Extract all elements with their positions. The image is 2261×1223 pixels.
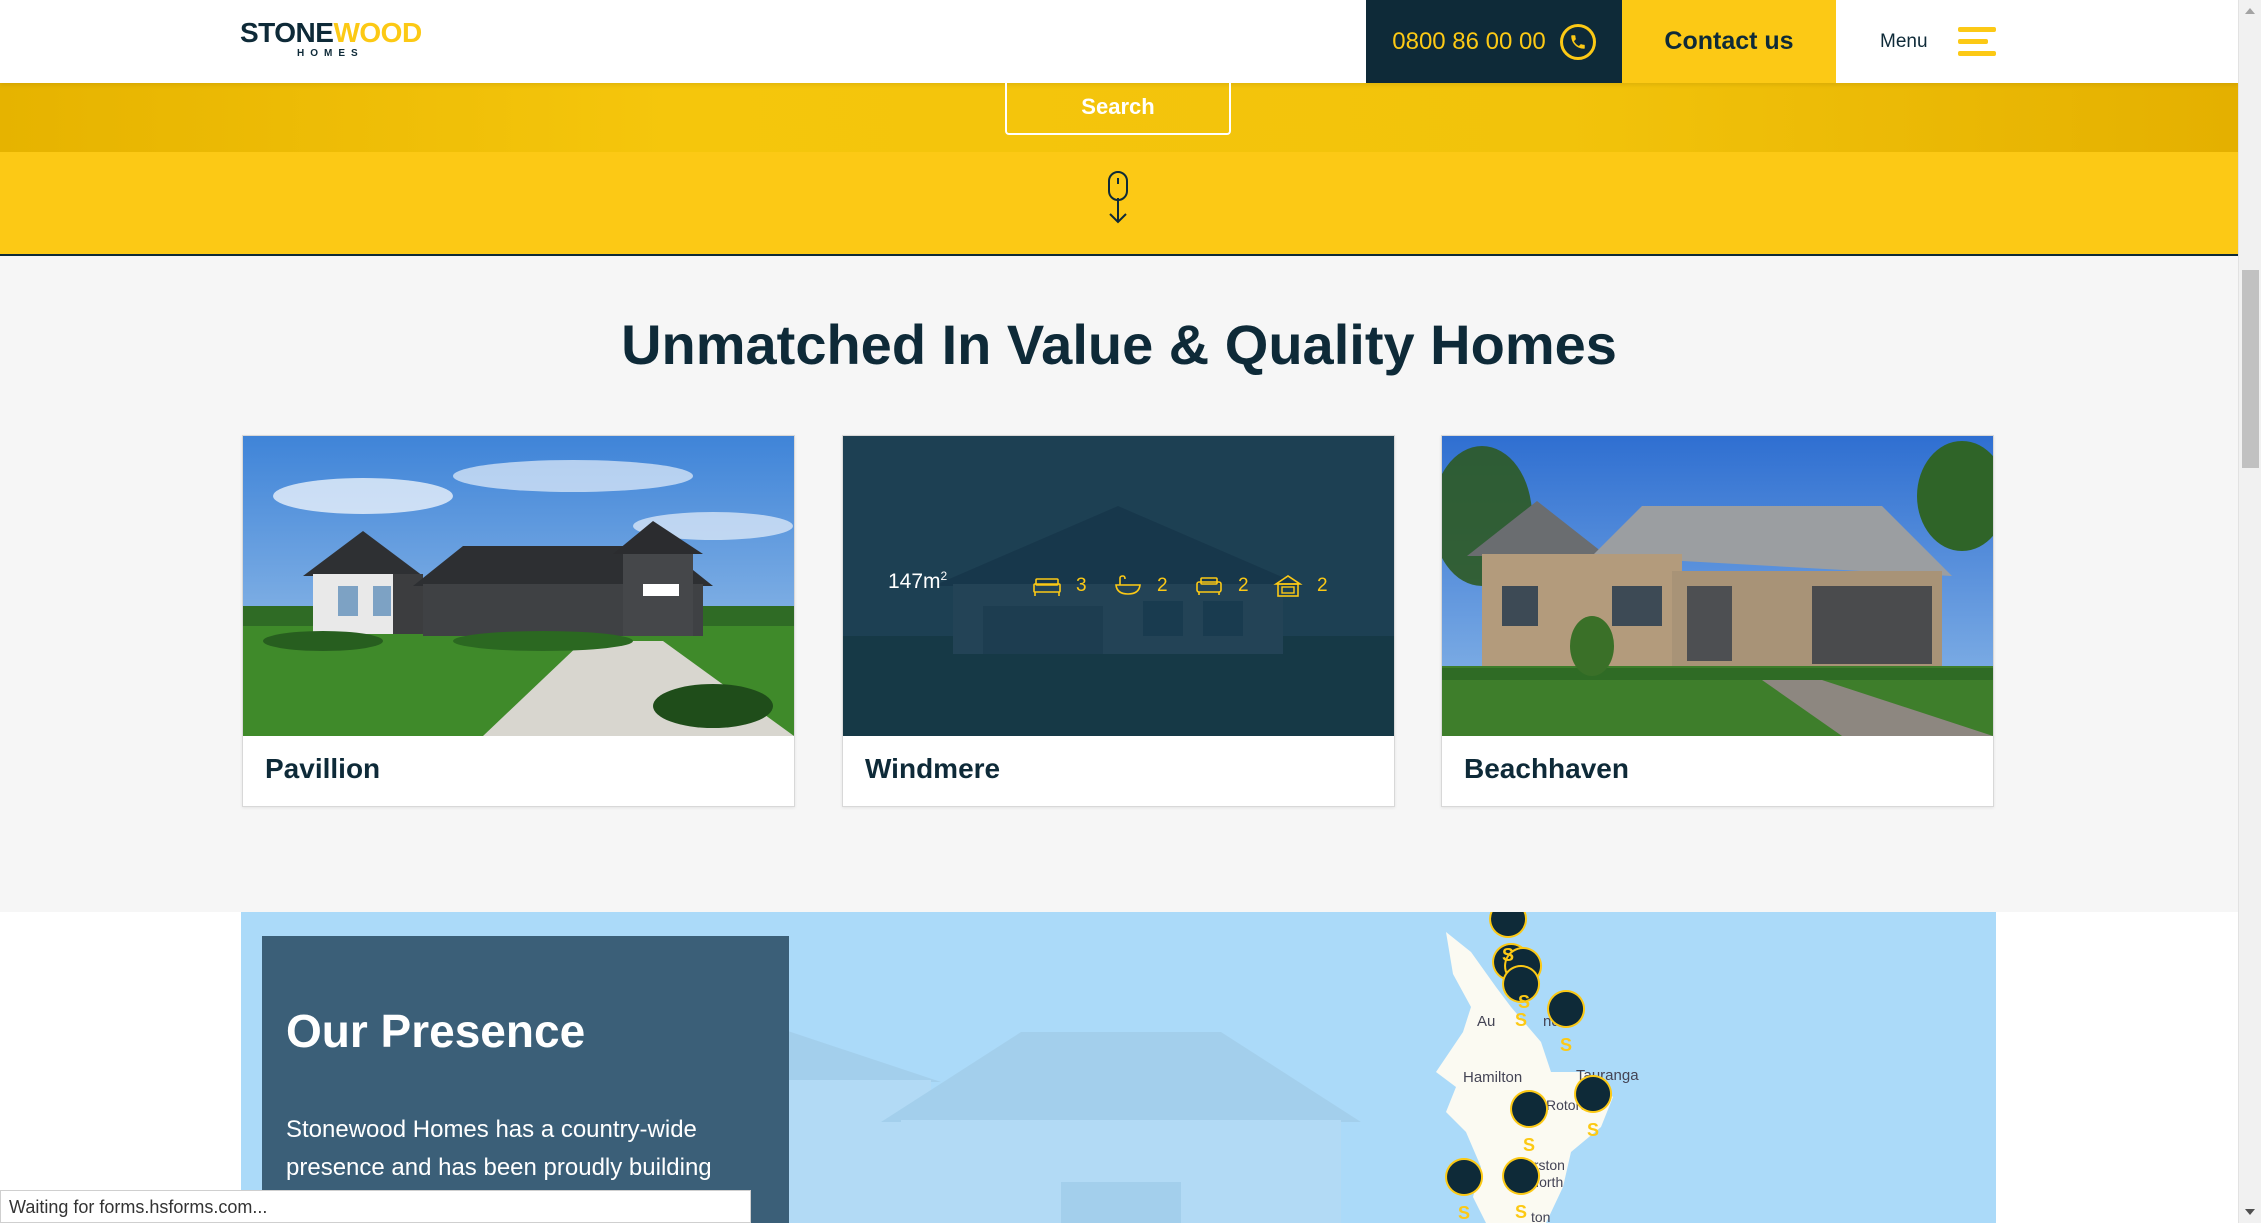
svg-text:S: S <box>1458 1203 1470 1223</box>
browser-status-bar: Waiting for forms.hsforms.com... <box>0 1190 751 1223</box>
bathrooms-stat: 2 <box>1113 574 1168 598</box>
svg-text:S: S <box>1560 1035 1572 1055</box>
map-label-ton: ton <box>1531 1209 1550 1223</box>
scroll-down-icon[interactable] <box>1100 170 1136 226</box>
phone-button[interactable]: 0800 86 00 00 <box>1366 0 1622 83</box>
presence-text: Stonewood Homes has a country-wide prese… <box>286 1116 712 1181</box>
phone-icon <box>1559 23 1596 60</box>
home-floor-area: 147m2 <box>888 569 947 594</box>
home-name: Pavillion <box>265 753 381 784</box>
menu-label: Menu <box>1880 30 1928 52</box>
scroll-down-arrow-icon[interactable] <box>2245 1209 2255 1215</box>
sofa-icon <box>1196 577 1222 595</box>
svg-text:S: S <box>1515 1202 1527 1222</box>
scroll-thumb[interactable] <box>2242 270 2259 468</box>
bathrooms-count: 2 <box>1157 575 1168 596</box>
bedrooms-stat: 3 <box>1032 574 1087 598</box>
home-image-beachhaven <box>1442 436 1993 736</box>
home-stats: 147m2 3 2 2 2 <box>888 569 1368 609</box>
logo-homes-text: HOMES <box>297 48 364 59</box>
svg-text:S: S <box>1518 992 1530 1012</box>
site-header: STONEWOOD HOMES 0800 86 00 00 Contact us… <box>0 0 2238 83</box>
presence-panel: Our Presence Stonewood Homes has a count… <box>262 936 789 1223</box>
home-name: Beachhaven <box>1464 753 1629 784</box>
presence-title: Our Presence <box>286 1005 586 1057</box>
scroll-up-arrow-icon[interactable] <box>2245 8 2255 14</box>
bedrooms-count: 3 <box>1076 575 1087 596</box>
home-name: Windmere <box>865 753 1001 784</box>
home-card-beachhaven[interactable]: Beachhaven <box>1441 435 1994 807</box>
phone-number: 0800 86 00 00 <box>1392 27 1546 55</box>
map-label-hamilton: Hamilton <box>1463 1069 1522 1086</box>
living-stat: 2 <box>1194 574 1249 598</box>
search-button[interactable]: Search <box>1005 73 1231 135</box>
svg-text:S: S <box>1587 1120 1599 1140</box>
map-label-auckland-a: Au <box>1477 1013 1495 1030</box>
menu-button[interactable]: Menu <box>1880 0 2000 83</box>
living-count: 2 <box>1238 575 1249 596</box>
svg-text:S: S <box>1523 1135 1535 1155</box>
stonewood-logo[interactable]: STONEWOOD HOMES <box>240 18 430 64</box>
garage-icon <box>1273 575 1303 597</box>
page-scrollbar[interactable] <box>2238 0 2261 1223</box>
logo-stone-text: STONE <box>240 17 334 48</box>
hamburger-icon <box>1957 27 1996 56</box>
logo-wood-text: WOOD <box>333 17 422 48</box>
svg-text:S: S <box>1502 945 1514 965</box>
area-value: 147m <box>888 570 941 593</box>
area-unit-sup: 2 <box>940 569 948 583</box>
bed-icon <box>1033 578 1061 596</box>
garage-stat: 2 <box>1273 574 1328 598</box>
svg-text:S: S <box>1515 1010 1527 1030</box>
home-image-pavillion <box>243 436 794 736</box>
logo-wordmark: STONEWOOD <box>240 18 430 48</box>
garage-count: 2 <box>1317 575 1328 596</box>
home-image-windmere: 147m2 3 2 2 2 <box>843 436 1394 736</box>
home-card-windmere[interactable]: 147m2 3 2 2 2 Windmere <box>842 435 1395 807</box>
home-card-pavillion[interactable]: Pavillion <box>242 435 795 807</box>
contact-us-button[interactable]: Contact us <box>1622 0 1836 83</box>
bath-icon <box>1115 575 1141 595</box>
section-title: Unmatched In Value & Quality Homes <box>621 313 1617 376</box>
